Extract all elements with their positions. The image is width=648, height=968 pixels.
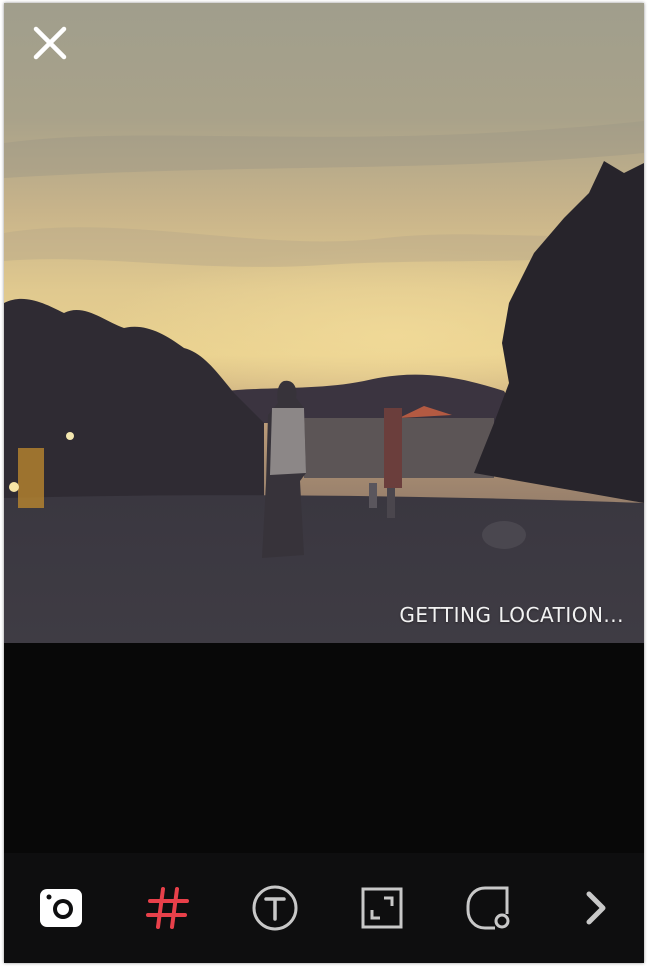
caption-area [4,643,644,853]
close-icon [33,26,67,60]
close-button[interactable] [32,25,76,69]
sticker-button[interactable] [464,883,514,933]
bottom-toolbar [4,853,644,963]
next-button[interactable] [571,883,621,933]
crop-icon [361,887,403,929]
hashtag-button[interactable] [143,883,193,933]
photo-image [4,3,644,643]
hashtag-icon [146,887,189,929]
camera-icon [40,889,82,927]
camera-button[interactable] [36,883,86,933]
app-screen: GETTING LOCATION... [4,3,644,963]
crop-button[interactable] [357,883,407,933]
text-icon [252,885,298,931]
text-button[interactable] [250,883,300,933]
chevron-right-icon [586,891,606,925]
sticker-icon [466,886,510,930]
location-status: GETTING LOCATION... [399,603,624,627]
photo-preview: GETTING LOCATION... [4,3,644,643]
